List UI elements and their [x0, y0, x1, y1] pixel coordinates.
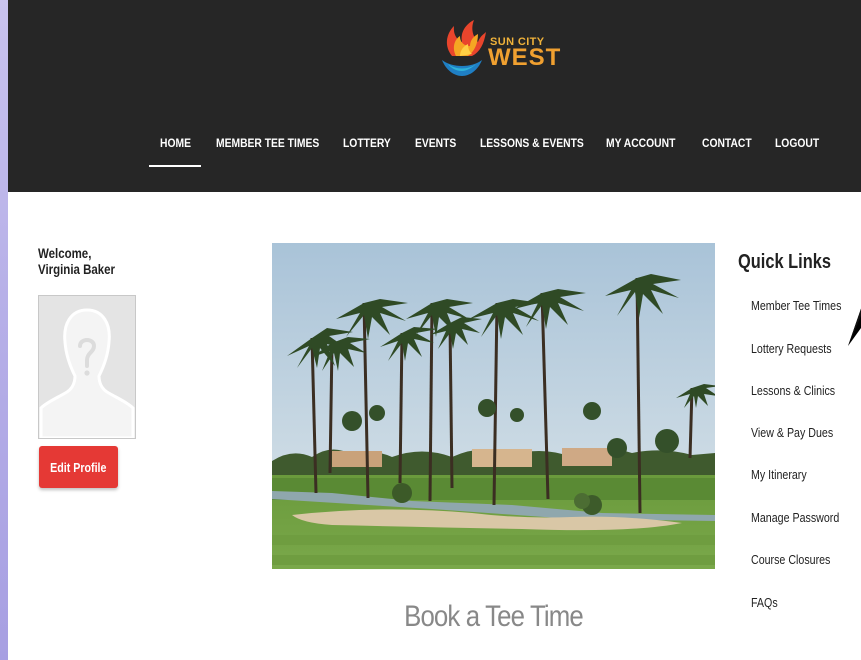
nav-lessons-events[interactable]: LESSONS & EVENTS [480, 136, 584, 150]
nav-lottery[interactable]: LOTTERY [343, 136, 391, 150]
edit-profile-label: Edit Profile [50, 459, 107, 475]
nav-events[interactable]: EVENTS [415, 136, 456, 150]
nav-my-account[interactable]: MY ACCOUNT [606, 136, 675, 150]
golf-course-photo [272, 243, 715, 569]
quick-link-manage-password[interactable]: Manage Password [751, 510, 839, 525]
quick-links-title: Quick Links [738, 251, 831, 273]
user-name: Virginia Baker [38, 261, 116, 277]
sun-city-west-logo[interactable]: SUN CITY WEST [438, 16, 562, 82]
quick-link-lottery-requests[interactable]: Lottery Requests [751, 341, 832, 356]
welcome-label: Welcome, [38, 245, 92, 261]
avatar [38, 295, 136, 440]
quick-link-view-pay-dues[interactable]: View & Pay Dues [751, 425, 833, 440]
logo-text-bottom: WEST [488, 44, 562, 71]
nav-home[interactable]: HOME [160, 136, 191, 150]
site-header: SUN CITY WEST HOME MEMBER TEE TIMES LOTT… [8, 0, 861, 192]
nav-member-tee-times[interactable]: MEMBER TEE TIMES [216, 136, 319, 150]
quick-link-member-tee-times[interactable]: Member Tee Times [751, 298, 841, 313]
book-tee-time-link[interactable]: Book a Tee Time [303, 600, 684, 634]
welcome-message: Welcome, Virginia Baker [38, 245, 115, 277]
main-nav: HOME MEMBER TEE TIMES LOTTERY EVENTS LES… [8, 136, 861, 160]
quick-link-faqs[interactable]: FAQs [751, 595, 778, 610]
quick-link-course-closures[interactable]: Course Closures [751, 552, 830, 567]
quick-link-my-itinerary[interactable]: My Itinerary [751, 467, 807, 482]
nav-logout[interactable]: LOGOUT [775, 136, 819, 150]
page: SUN CITY WEST HOME MEMBER TEE TIMES LOTT… [8, 0, 861, 660]
sun-logo-icon [442, 20, 486, 76]
quick-link-lessons-clinics[interactable]: Lessons & Clinics [751, 383, 835, 398]
edit-profile-button[interactable]: Edit Profile [39, 446, 118, 488]
nav-active-indicator [149, 165, 201, 167]
nav-contact[interactable]: CONTACT [702, 136, 752, 150]
arrow-pointer-icon [848, 308, 861, 346]
avatar-placeholder-icon [39, 296, 135, 440]
hero-golf-course-image [272, 243, 715, 569]
